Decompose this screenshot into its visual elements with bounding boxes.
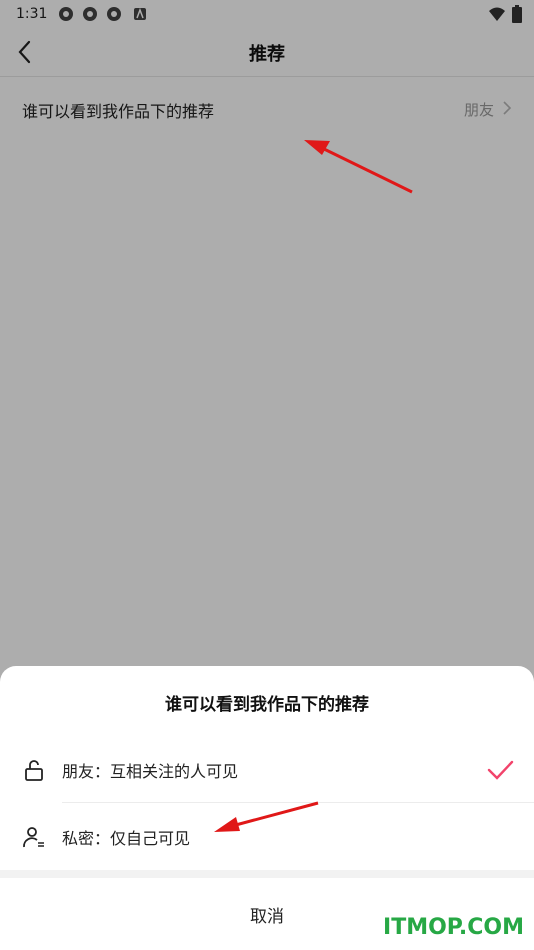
check-icon <box>487 760 514 780</box>
option-friends[interactable]: 朋友：互相关注的人可见 <box>0 736 534 802</box>
sheet-separator <box>0 870 534 878</box>
watermark: ITMOP.COM <box>383 915 524 940</box>
option-label: 朋友：互相关注的人可见 <box>62 762 239 781</box>
sheet-title: 谁可以看到我作品下的推荐 <box>165 695 369 715</box>
option-private[interactable]: 私密：仅自己可见 <box>0 803 534 869</box>
option-label: 私密：仅自己可见 <box>62 829 191 848</box>
user-private-icon <box>23 827 44 848</box>
unlock-icon <box>25 760 43 781</box>
